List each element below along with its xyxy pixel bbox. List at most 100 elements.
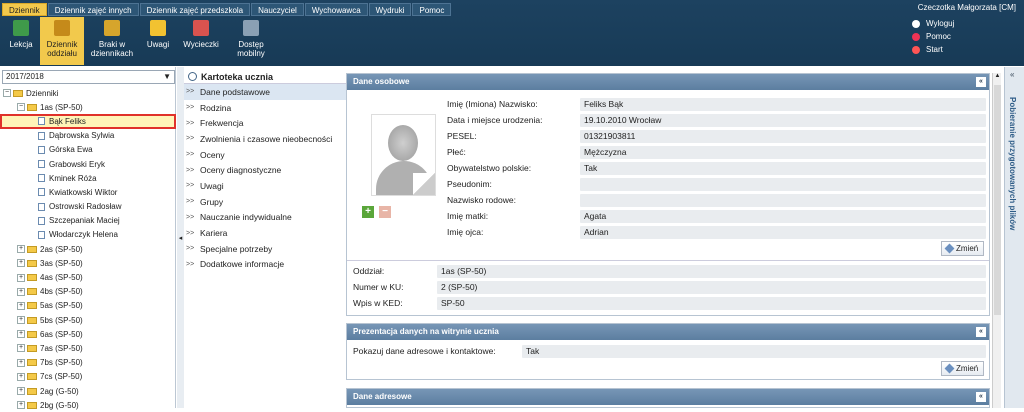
tree-class[interactable]: +4as (SP-50) bbox=[0, 270, 176, 284]
lekcja-button[interactable]: Lekcja bbox=[2, 17, 40, 65]
collapse-left-pane-handle[interactable]: ◂ bbox=[177, 67, 184, 408]
menu-specjalne-potrzeby[interactable]: >> Specjalne potrzeby bbox=[184, 241, 346, 257]
collapse-icon[interactable]: « bbox=[976, 327, 986, 337]
tab-dziennik[interactable]: Dziennik bbox=[2, 3, 47, 16]
start-link[interactable]: Start bbox=[912, 43, 954, 56]
wycieczki-button[interactable]: Wycieczki bbox=[176, 17, 226, 65]
expand-icon[interactable]: + bbox=[17, 245, 25, 254]
tab-wychowawca[interactable]: Wychowawca bbox=[304, 3, 368, 16]
edit-personal-button[interactable]: Zmień bbox=[941, 241, 985, 256]
scroll-up-icon[interactable]: ▲ bbox=[993, 73, 1002, 82]
chevron-down-icon: ▼ bbox=[163, 72, 171, 81]
logout-link[interactable]: Wyloguj bbox=[912, 17, 954, 30]
expand-icon[interactable]: + bbox=[17, 358, 25, 367]
menu-rodzina[interactable]: >> Rodzina bbox=[184, 100, 346, 116]
menu-zwolnienia[interactable]: >> Zwolnienia i czasowe nieobecności bbox=[184, 131, 346, 147]
top-bar: Dziennik Dziennik zajęć innych Dziennik … bbox=[0, 0, 1024, 66]
tree-class[interactable]: +5as (SP-50) bbox=[0, 299, 176, 313]
expand-icon[interactable]: + bbox=[17, 259, 25, 268]
tree-student-selected[interactable]: Bąk Feliks bbox=[0, 114, 176, 129]
dziennik-oddzialu-button[interactable]: Dziennik oddziału bbox=[40, 17, 84, 65]
tree-class[interactable]: +6as (SP-50) bbox=[0, 327, 176, 341]
menu-label: Oceny diagnostyczne bbox=[200, 165, 282, 176]
add-photo-icon[interactable]: + bbox=[362, 206, 374, 218]
tree-student[interactable]: Kwiatkowski Wiktor bbox=[0, 185, 176, 199]
field-label: PESEL: bbox=[447, 131, 477, 141]
tree-class[interactable]: +5bs (SP-50) bbox=[0, 313, 176, 327]
tree-student[interactable]: Ostrowski Radosław bbox=[0, 200, 176, 214]
kartoteka-title: Kartoteka ucznia bbox=[184, 70, 346, 84]
tree-class[interactable]: +2as (SP-50) bbox=[0, 242, 176, 256]
menu-grupy[interactable]: >> Grupy bbox=[184, 194, 346, 210]
menu-dane-podstawowe[interactable]: >> Dane podstawowe bbox=[184, 84, 346, 100]
student-label: Bąk Feliks bbox=[49, 116, 86, 126]
menu-nauczanie-indywidualne[interactable]: >> Nauczanie indywidualne bbox=[184, 210, 346, 226]
expand-icon[interactable]: + bbox=[17, 330, 25, 339]
downloads-side-panel[interactable]: « Pobieranie przygotowanych plików bbox=[1004, 67, 1024, 408]
expand-icon[interactable]: + bbox=[17, 316, 25, 325]
tree-student[interactable]: Grabowski Eryk bbox=[0, 157, 176, 171]
prezentacja-header[interactable]: Prezentacja danych na witrynie ucznia « bbox=[347, 324, 989, 340]
folder-icon bbox=[27, 259, 37, 267]
expand-icon[interactable]: + bbox=[17, 301, 25, 310]
tab-nauczyciel[interactable]: Nauczyciel bbox=[251, 3, 304, 16]
expand-icon[interactable]: + bbox=[17, 387, 25, 396]
collapse-icon[interactable]: « bbox=[976, 77, 986, 87]
tab-dziennik-zajec-przedszkola[interactable]: Dziennik zajęć przedszkola bbox=[139, 3, 251, 16]
missing-entries-icon bbox=[104, 20, 120, 36]
menu-oceny-diagnostyczne[interactable]: >> Oceny diagnostyczne bbox=[184, 162, 346, 178]
tree-student[interactable]: Włodarczyk Helena bbox=[0, 228, 176, 242]
tree-student[interactable]: Szczepaniak Maciej bbox=[0, 214, 176, 228]
expand-icon[interactable]: + bbox=[17, 287, 25, 296]
year-select[interactable]: 2017/2018 ▼ bbox=[2, 70, 175, 84]
menu-label: Dodatkowe informacje bbox=[200, 259, 285, 270]
journal-tree: − Dzienniki −1as (SP-50) Bąk Feliks Dąbro… bbox=[0, 86, 176, 412]
edit-presentation-button[interactable]: Zmień bbox=[941, 361, 985, 376]
tree-student[interactable]: Górska Ewa bbox=[0, 143, 176, 157]
tree-class[interactable]: +4bs (SP-50) bbox=[0, 285, 176, 299]
menu-dodatkowe-informacje[interactable]: >> Dodatkowe informacje bbox=[184, 257, 346, 273]
dostep-mobilny-button[interactable]: Dostęp mobilny bbox=[226, 17, 276, 65]
field-label: Płeć: bbox=[447, 147, 466, 157]
menu-label: Zwolnienia i czasowe nieobecności bbox=[200, 133, 333, 144]
student-card-icon bbox=[188, 72, 197, 81]
expand-icon[interactable]: + bbox=[17, 273, 25, 282]
dane-osobowe-header[interactable]: Dane osobowe « bbox=[347, 74, 989, 90]
remove-photo-icon[interactable]: − bbox=[379, 206, 391, 218]
tree-student[interactable]: Kminek Róża bbox=[0, 171, 176, 185]
tree-root[interactable]: − Dzienniki bbox=[0, 86, 176, 100]
menu-kariera[interactable]: >> Kariera bbox=[184, 225, 346, 241]
tab-pomoc[interactable]: Pomoc bbox=[412, 3, 452, 16]
collapse-icon[interactable]: − bbox=[3, 89, 11, 98]
scroll-thumb[interactable] bbox=[994, 85, 1001, 315]
collapse-icon[interactable]: − bbox=[17, 103, 25, 112]
tree-class[interactable]: +7cs (SP-50) bbox=[0, 370, 176, 384]
dane-adresowe-header[interactable]: Dane adresowe « bbox=[347, 389, 989, 405]
tab-dziennik-zajec-innych[interactable]: Dziennik zajęć innych bbox=[47, 3, 139, 16]
braki-button[interactable]: Braki w dziennikach bbox=[84, 17, 140, 65]
dostep-label-1: Dostęp bbox=[238, 40, 264, 49]
tree-class[interactable]: +2ag (G-50) bbox=[0, 384, 176, 398]
dziennik-oddzialu-label-1: Dziennik bbox=[46, 40, 78, 49]
tab-wydruki[interactable]: Wydruki bbox=[368, 3, 412, 16]
expand-panel-icon[interactable]: « bbox=[1010, 70, 1014, 79]
student-label: Kminek Róża bbox=[49, 173, 97, 183]
expand-icon[interactable]: + bbox=[17, 372, 25, 381]
menu-uwagi[interactable]: >> Uwagi bbox=[184, 178, 346, 194]
collapse-icon[interactable]: « bbox=[976, 392, 986, 402]
tree-class[interactable]: +7as (SP-50) bbox=[0, 341, 176, 355]
tree-student[interactable]: Dąbrowska Sylwia bbox=[0, 129, 176, 143]
help-link[interactable]: Pomoc bbox=[912, 30, 954, 43]
field-label: Imię ojca: bbox=[447, 227, 484, 237]
tree-class[interactable]: +2bg (G-50) bbox=[0, 398, 176, 412]
tree-class[interactable]: +7bs (SP-50) bbox=[0, 356, 176, 370]
expand-icon[interactable]: + bbox=[17, 401, 25, 410]
tree-class[interactable]: +3as (SP-50) bbox=[0, 256, 176, 270]
vertical-scrollbar[interactable]: ▲ bbox=[992, 73, 1001, 408]
tree-class-1as[interactable]: − 1as (SP-50) bbox=[0, 100, 176, 114]
menu-frekwencja[interactable]: >> Frekwencja bbox=[184, 115, 346, 131]
expand-icon[interactable]: + bbox=[17, 344, 25, 353]
uwagi-button[interactable]: Uwagi bbox=[140, 17, 176, 65]
menu-oceny[interactable]: >> Oceny bbox=[184, 147, 346, 163]
start-label: Start bbox=[926, 45, 943, 54]
